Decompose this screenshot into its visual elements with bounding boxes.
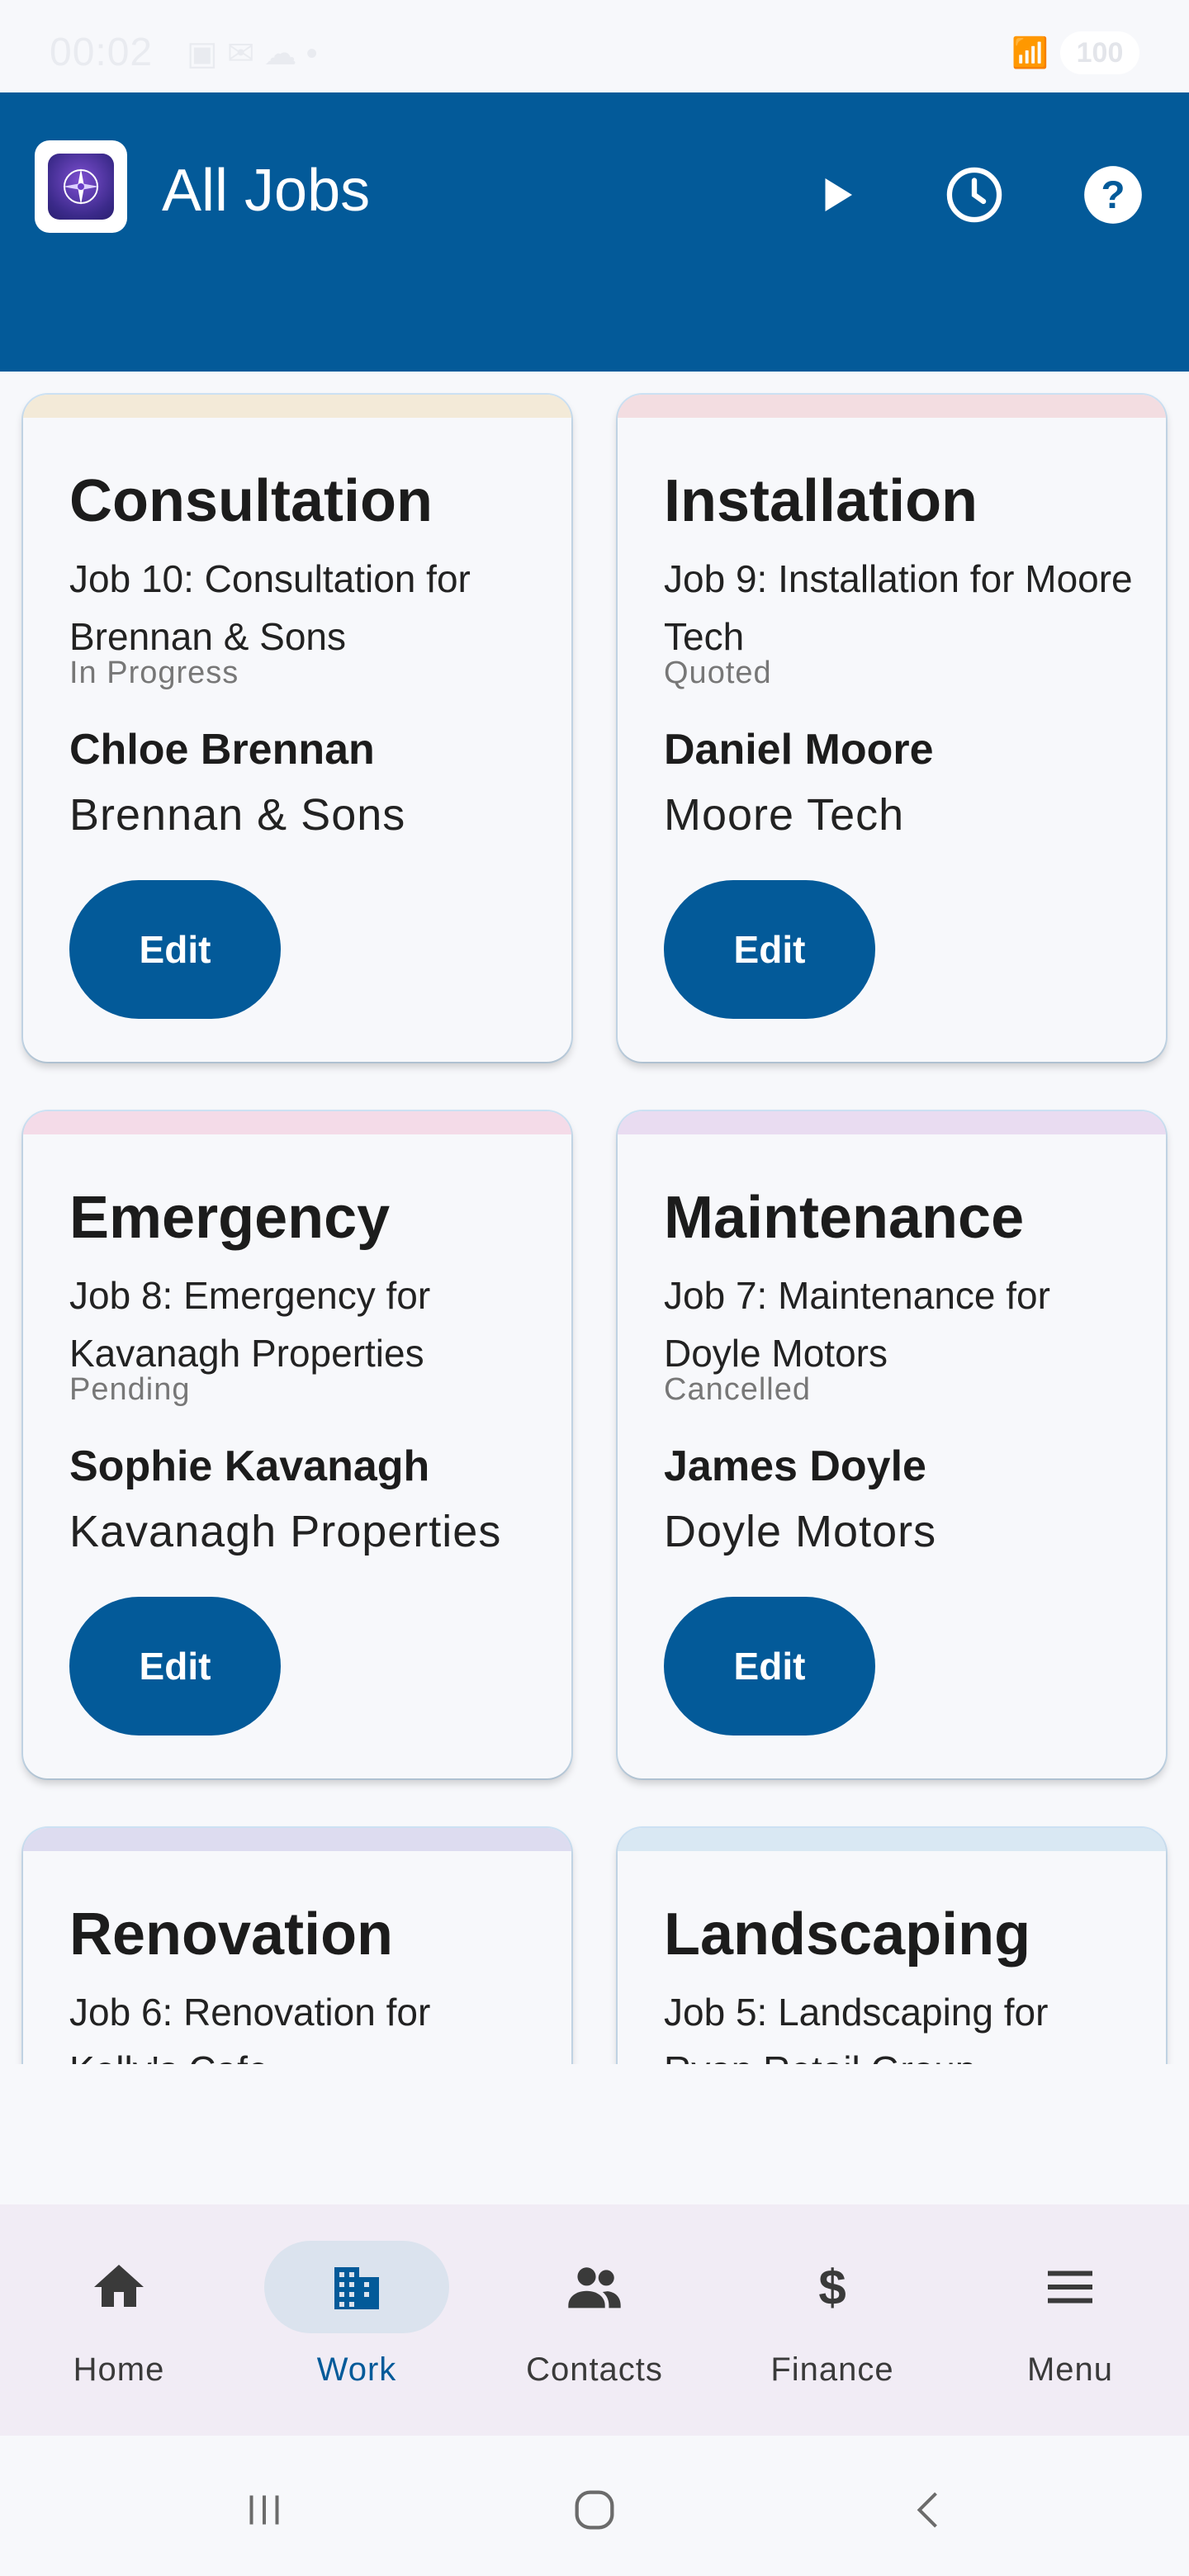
clock-icon (946, 167, 1002, 223)
nav-label: Contacts (526, 2351, 663, 2388)
status-right-icons: 📶 100 (1011, 31, 1139, 74)
job-description: Job 5: Landscaping for Ryan Retail Group (664, 1991, 1049, 2064)
job-card[interactable]: Maintenance Job 7: Maintenance for Doyle… (618, 1111, 1166, 1778)
nav-item-home[interactable]: Home (0, 2204, 238, 2436)
scroll-clip: Renovation Job 6: Renovation for Kelly's… (0, 1816, 1189, 2064)
job-description: Job 10: Consultation for Brennan & Sons (69, 557, 471, 658)
home-icon (94, 2265, 144, 2307)
job-company: Doyle Motors (664, 1507, 937, 1556)
page-title: All Jobs (162, 158, 371, 224)
job-type: Consultation (69, 468, 433, 534)
job-contact: Daniel Moore (664, 726, 934, 774)
recent-apps-button[interactable] (231, 2477, 297, 2543)
card-stripe (618, 395, 1166, 418)
app-logo (35, 140, 127, 233)
job-status: Quoted (664, 656, 772, 690)
signal-icon: 📶 (1011, 36, 1049, 69)
help-button[interactable]: ? (1073, 155, 1153, 234)
recent-apps-icon (249, 2495, 279, 2525)
home-system-button[interactable] (561, 2477, 628, 2543)
job-card[interactable]: Renovation Job 6: Renovation for Kelly's… (23, 1828, 571, 2064)
svg-text:$: $ (818, 2260, 846, 2315)
job-type: Landscaping (664, 1901, 1031, 1968)
job-contact: Sophie Kavanagh (69, 1442, 430, 1490)
home-circle-icon (575, 2490, 614, 2530)
job-status: In Progress (69, 656, 239, 690)
menu-icon (1048, 2271, 1092, 2304)
battery-indicator: 100 (1060, 31, 1139, 74)
card-stripe (23, 395, 571, 418)
system-nav-bar (0, 2436, 1189, 2576)
card-stripe (618, 1111, 1166, 1134)
job-company: Moore Tech (664, 790, 905, 840)
nav-item-contacts[interactable]: Contacts (476, 2204, 713, 2436)
job-company: Kavanagh Properties (69, 1507, 502, 1556)
job-description: Job 8: Emergency for Kavanagh Properties (69, 1274, 431, 1375)
job-type: Renovation (69, 1901, 394, 1968)
dollar-icon: $ (818, 2260, 846, 2315)
edit-button[interactable]: Edit (69, 1597, 281, 1735)
compass-logo-icon (48, 154, 114, 220)
edit-button[interactable]: Edit (664, 1597, 875, 1735)
job-contact: James Doyle (664, 1442, 926, 1490)
nav-item-work[interactable]: Work (238, 2204, 476, 2436)
nav-label: Finance (770, 2351, 894, 2388)
job-company: Brennan & Sons (69, 790, 406, 840)
job-status: Cancelled (664, 1372, 811, 1407)
play-icon (825, 178, 852, 211)
card-stripe (23, 1828, 571, 1851)
job-card[interactable]: Installation Job 9: Installation for Moo… (618, 395, 1166, 1062)
status-time: 00:02 (50, 31, 154, 74)
status-bar: 00:02 ▣ ✉ ☁ • 📶 100 (0, 0, 1189, 92)
edit-button[interactable]: Edit (664, 880, 875, 1019)
job-type: Installation (664, 468, 978, 534)
help-icon: ? (1084, 166, 1142, 224)
nav-item-finance[interactable]: $ Finance (713, 2204, 951, 2436)
history-button[interactable] (935, 155, 1014, 234)
people-icon (568, 2267, 621, 2308)
bottom-nav: Home Work Contacts $ Finance Menu (0, 2204, 1189, 2436)
play-button[interactable] (796, 155, 875, 234)
card-stripe (618, 1828, 1166, 1851)
notification-icons: ▣ ✉ ☁ • (187, 36, 318, 72)
job-contact: Chloe Brennan (69, 726, 375, 774)
job-card[interactable]: Landscaping Job 5: Landscaping for Ryan … (618, 1828, 1166, 2064)
nav-label: Work (316, 2351, 397, 2388)
job-type: Maintenance (664, 1185, 1025, 1251)
nav-item-menu[interactable]: Menu (951, 2204, 1189, 2436)
job-description: Job 6: Renovation for Kelly's Cafe (69, 1991, 431, 2064)
svg-text:?: ? (1101, 173, 1125, 217)
back-button[interactable] (897, 2477, 963, 2543)
job-description: Job 9: Installation for Moore Tech (664, 557, 1133, 658)
job-card[interactable]: Emergency Job 8: Emergency for Kavanagh … (23, 1111, 571, 1778)
job-status: Pending (69, 1372, 191, 1407)
building-icon (334, 2267, 379, 2309)
back-icon (917, 2492, 937, 2528)
job-type: Emergency (69, 1185, 391, 1251)
edit-button[interactable]: Edit (69, 880, 281, 1019)
job-card[interactable]: Consultation Job 10: Consultation for Br… (23, 395, 571, 1062)
nav-label: Home (73, 2351, 165, 2388)
nav-label: Menu (1026, 2351, 1114, 2388)
card-stripe (23, 1111, 571, 1134)
job-description: Job 7: Maintenance for Doyle Motors (664, 1274, 1050, 1375)
